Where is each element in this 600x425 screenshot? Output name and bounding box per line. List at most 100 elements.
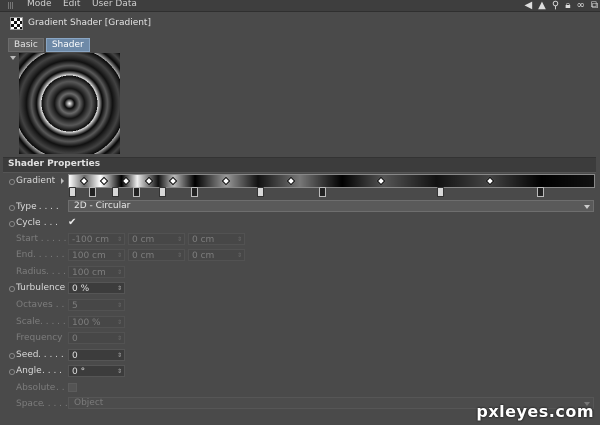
turbulence-field[interactable]: 0 % ⇕ (68, 282, 125, 294)
gradient-interpolation-marker[interactable] (376, 176, 386, 186)
octaves-label-dots: . . . (50, 300, 65, 310)
spinner-icon[interactable]: ⇕ (117, 267, 122, 279)
spinner-icon[interactable]: ⇕ (237, 250, 242, 262)
frequency-label: Frequency (16, 333, 63, 343)
back-arrow-icon[interactable]: ◀ (524, 0, 532, 11)
angle-field[interactable]: 0 ° ⇕ (68, 365, 125, 377)
settings-icon[interactable]: ⧉ (591, 0, 598, 11)
seed-label: Seed (16, 350, 39, 360)
space-label-dots: . . . . . (42, 399, 68, 409)
gradient-knob[interactable] (89, 187, 96, 197)
octaves-label: Octaves (16, 300, 53, 310)
checker-shader-icon (10, 17, 23, 30)
nav-icons: ◀ ▲ ⚲ 🔒︎ ∞ ⧉ (524, 0, 598, 11)
spinner-icon[interactable]: ⇕ (117, 366, 122, 378)
keyframe-dot-icon[interactable] (9, 179, 15, 185)
start-z-field[interactable]: 0 cm ⇕ (188, 233, 245, 245)
keyframe-dot-icon[interactable] (9, 286, 15, 292)
section-header: Shader Properties (3, 157, 596, 173)
gradient-interpolation-marker[interactable] (79, 176, 89, 186)
menu-edit[interactable]: Edit (63, 0, 80, 9)
spinner-icon[interactable]: ⇕ (177, 250, 182, 262)
search-icon[interactable]: ⚲ (552, 0, 559, 11)
angle-row: Angle . . . . 0 ° ⇕ (0, 365, 600, 379)
gradient-interpolation-marker[interactable] (286, 176, 296, 186)
end-x-field[interactable]: 100 cm ⇕ (68, 249, 125, 261)
watermark: pxleyes.com (476, 402, 594, 421)
keyframe-dot-icon[interactable] (9, 353, 15, 359)
spinner-icon[interactable]: ⇕ (117, 333, 122, 345)
gradient-expand-arrow-icon[interactable] (61, 178, 64, 184)
gradient-knob[interactable] (112, 187, 119, 197)
lock-icon[interactable]: 🔒︎ (565, 0, 570, 11)
gradient-bar[interactable] (68, 174, 595, 188)
gradient-interpolation-marker[interactable] (221, 176, 231, 186)
gradient-knob[interactable] (257, 187, 264, 197)
spinner-icon[interactable]: ⇕ (117, 350, 122, 362)
frequency-row: Frequency 0 ⇕ (0, 332, 600, 346)
spinner-icon[interactable]: ⇕ (117, 250, 122, 262)
page-title: Gradient Shader [Gradient] (28, 18, 151, 28)
scale-row: Scale . . . . . 100 % ⇕ (0, 316, 600, 330)
keyframe-dot-icon[interactable] (9, 369, 15, 375)
spinner-icon[interactable]: ⇕ (117, 283, 122, 295)
seed-field[interactable]: 0 ⇕ (68, 349, 125, 361)
tab-shader[interactable]: Shader (45, 38, 90, 52)
gradient-knob[interactable] (159, 187, 166, 197)
spinner-icon[interactable]: ⇕ (117, 317, 122, 329)
turbulence-label: Turbulence (16, 283, 66, 293)
gradient-knob[interactable] (319, 187, 326, 197)
up-arrow-icon[interactable]: ▲ (538, 0, 546, 11)
gradient-knob[interactable] (437, 187, 444, 197)
spinner-icon[interactable]: ⇕ (237, 234, 242, 246)
end-y-field[interactable]: 0 cm ⇕ (128, 249, 185, 261)
cycle-row: Cycle . . . . ✔ (0, 217, 600, 231)
spinner-icon[interactable]: ⇕ (117, 234, 122, 246)
menu-mode[interactable]: Mode (27, 0, 52, 9)
absolute-label: Absolute (16, 383, 56, 393)
scale-label-dots: . . . . . (40, 317, 66, 327)
angle-label-dots: . . . . (42, 366, 63, 376)
gradient-knob[interactable] (133, 187, 140, 197)
octaves-field[interactable]: 5 ⇕ (68, 299, 125, 311)
tab-bar: Basic Shader (8, 38, 90, 52)
seed-row: Seed . . . . . 0 ⇕ (0, 349, 600, 363)
shader-preview (19, 53, 120, 154)
end-label-dots: . . . . . . . (33, 250, 71, 260)
start-x-field[interactable]: -100 cm ⇕ (68, 233, 125, 245)
cycle-label: Cycle (16, 218, 41, 228)
start-row: Start . . . . . . -100 cm ⇕ 0 cm ⇕ 0 cm ⇕ (0, 233, 600, 247)
scale-field[interactable]: 100 % ⇕ (68, 316, 125, 328)
start-y-field[interactable]: 0 cm ⇕ (128, 233, 185, 245)
menu-user-data[interactable]: User Data (92, 0, 137, 9)
spinner-icon[interactable]: ⇕ (117, 300, 122, 312)
turbulence-row: Turbulence 0 % ⇕ (0, 282, 600, 296)
space-value: Object (74, 398, 104, 408)
end-z-field[interactable]: 0 cm ⇕ (188, 249, 245, 261)
cycle-label-dots: . . . . (38, 218, 59, 228)
radius-field[interactable]: 100 cm ⇕ (68, 266, 125, 278)
gradient-interpolation-marker[interactable] (168, 176, 178, 186)
gradient-knob[interactable] (537, 187, 544, 197)
gradient-knob[interactable] (191, 187, 198, 197)
gradient-knob[interactable] (69, 187, 76, 197)
tab-basic[interactable]: Basic (8, 38, 44, 52)
link-icon[interactable]: ∞ (577, 0, 585, 11)
type-value: 2D - Circular (74, 201, 131, 211)
type-dropdown[interactable]: 2D - Circular (68, 200, 594, 212)
octaves-row: Octaves . . . 5 ⇕ (0, 299, 600, 313)
keyframe-dot-icon[interactable] (9, 205, 15, 211)
spinner-icon[interactable]: ⇕ (177, 234, 182, 246)
scale-label: Scale (16, 317, 41, 327)
grip-icon (8, 2, 14, 9)
absolute-checkbox[interactable] (68, 383, 77, 392)
menu-bar: Mode Edit User Data ◀ ▲ ⚲ 🔒︎ ∞ ⧉ (0, 0, 600, 12)
cycle-checkbox[interactable]: ✔ (68, 218, 77, 228)
keyframe-dot-icon[interactable] (9, 221, 15, 227)
frequency-field[interactable]: 0 ⇕ (68, 332, 125, 344)
gradient-interpolation-marker[interactable] (485, 176, 495, 186)
gradient-interpolation-marker[interactable] (144, 176, 154, 186)
gradient-interpolation-marker[interactable] (121, 176, 131, 186)
preview-collapse-arrow-icon[interactable] (10, 56, 16, 60)
gradient-interpolation-marker[interactable] (99, 176, 109, 186)
